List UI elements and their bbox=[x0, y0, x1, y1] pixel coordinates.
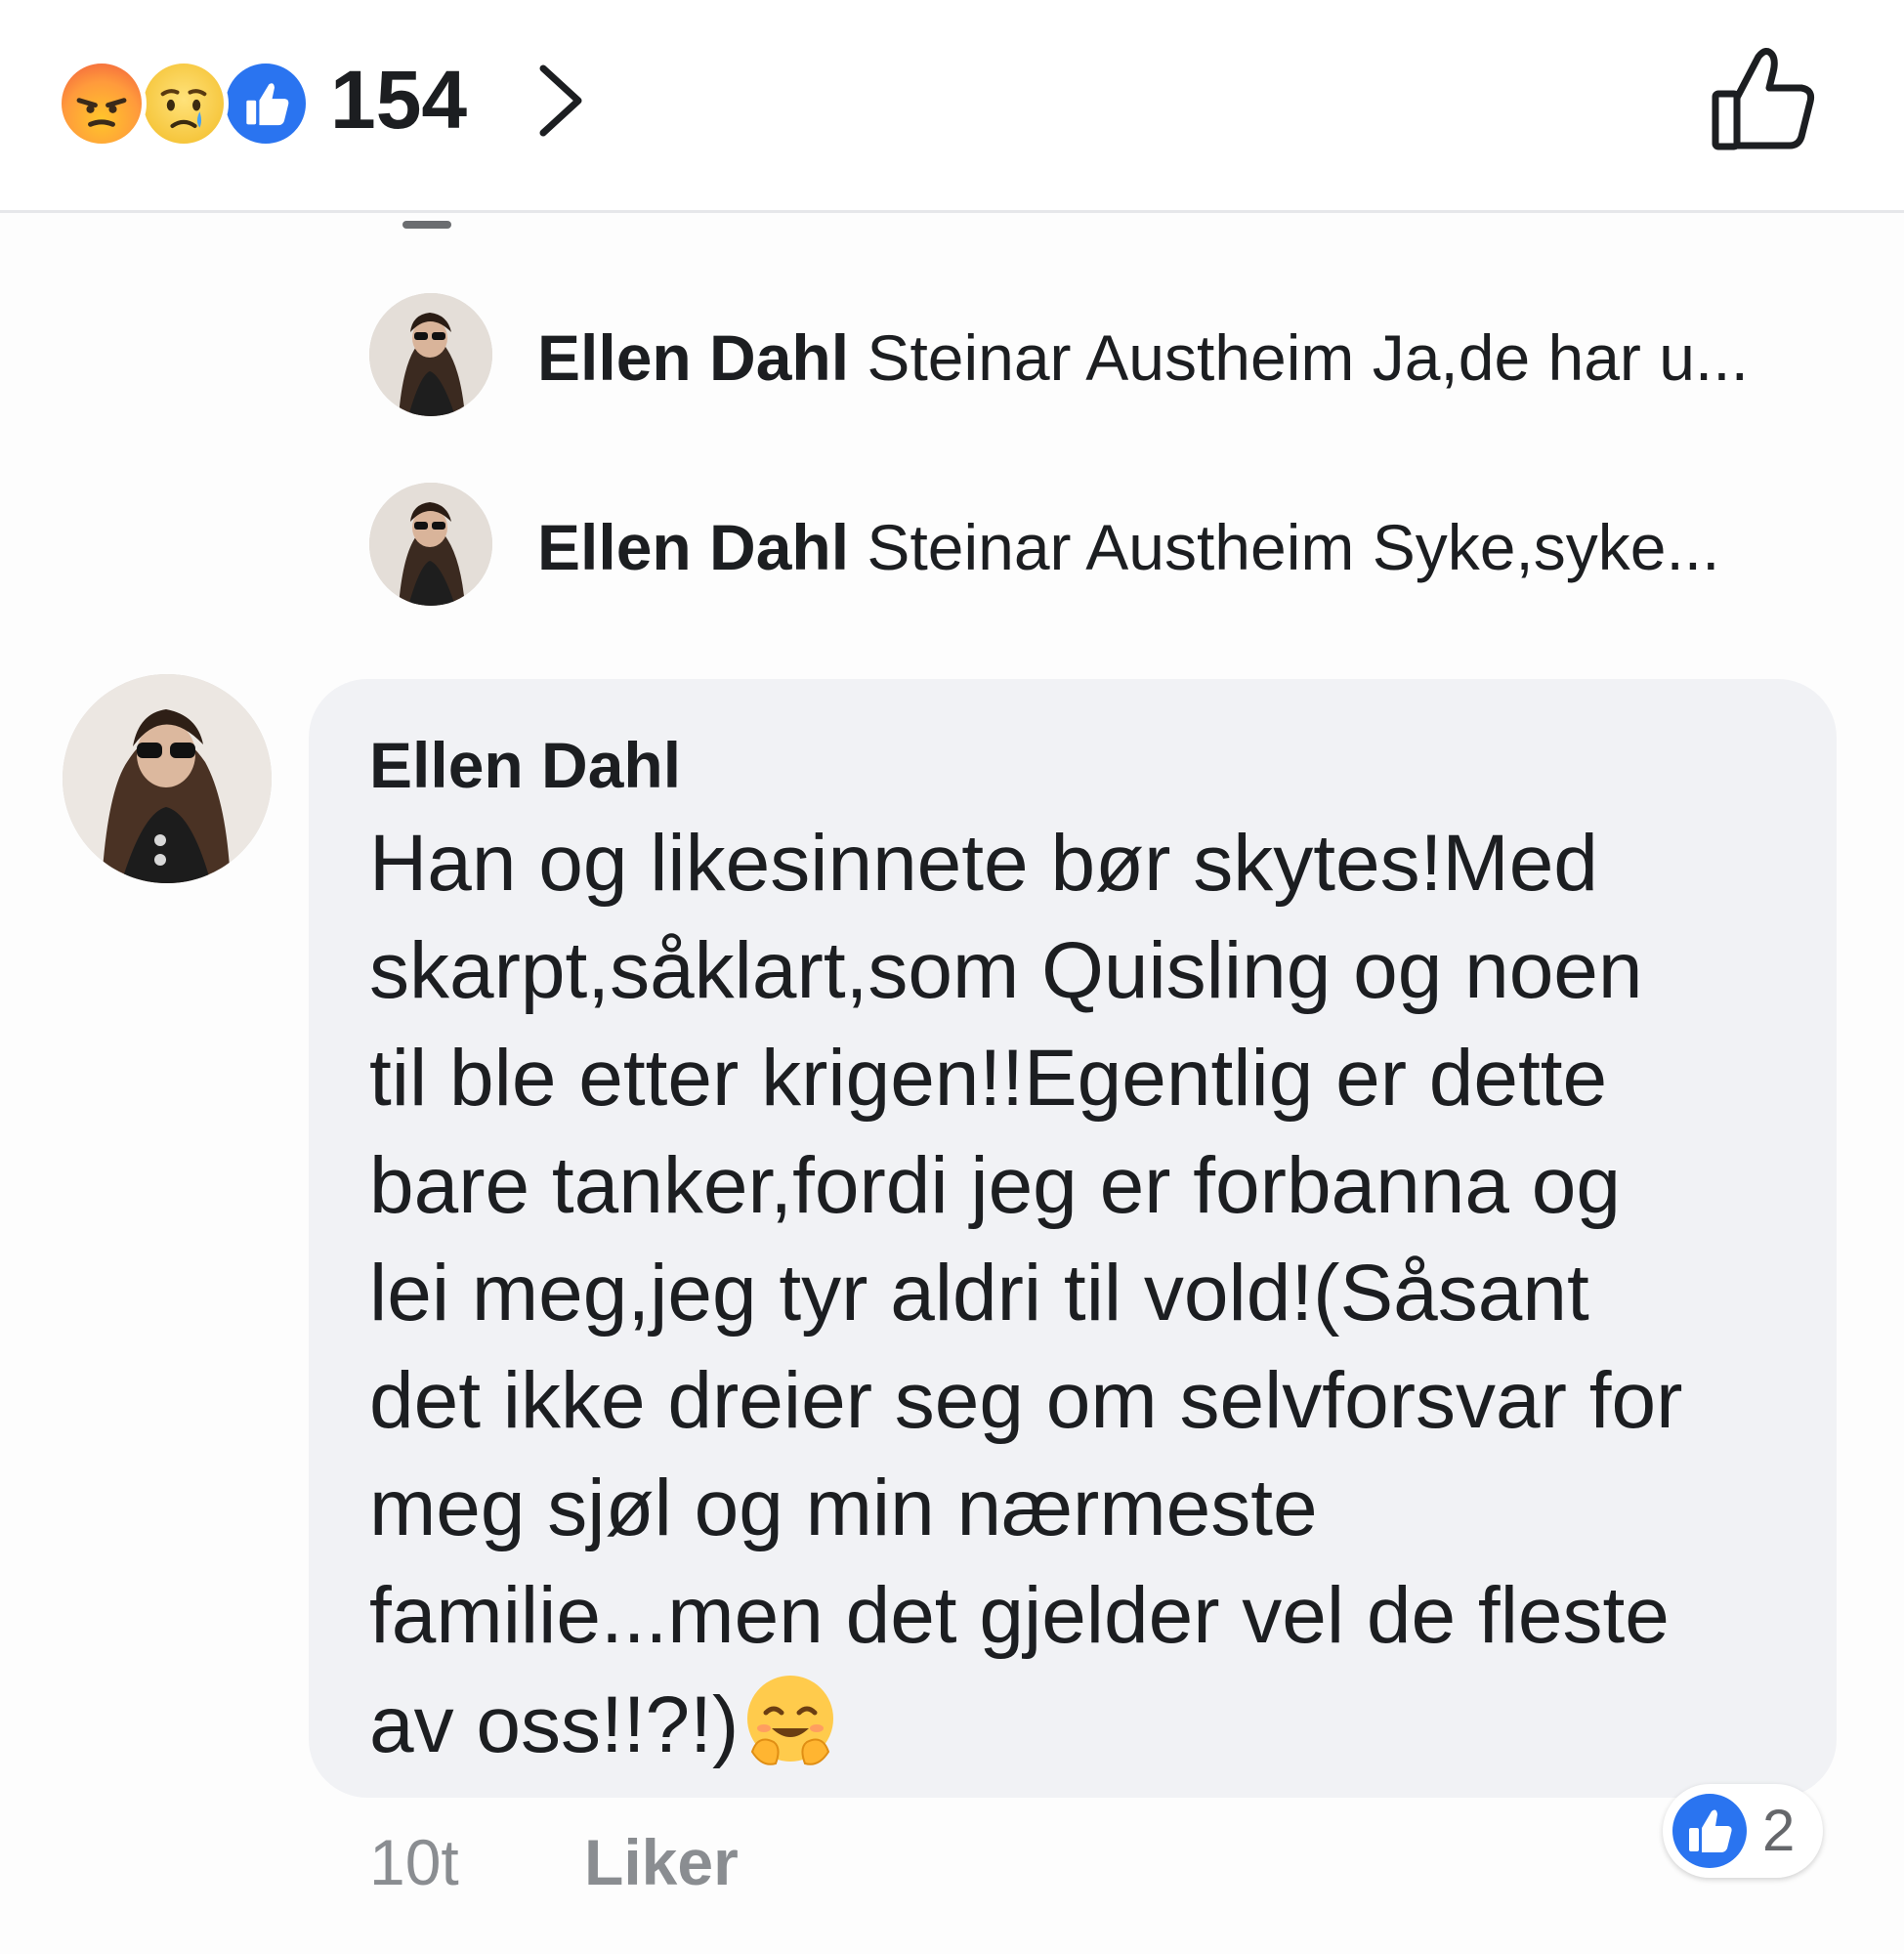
hugging-face-icon bbox=[747, 1676, 834, 1765]
comment-line: det ikke dreier seg om selvforsvar for bbox=[369, 1356, 1683, 1445]
comment-line: bare tanker,fordi jeg er forbanna og bbox=[369, 1141, 1621, 1230]
comment-text: Han og likesinnete bør skytes!Med skarpt… bbox=[369, 810, 1786, 1779]
comment-like-count: 2 bbox=[1762, 1798, 1796, 1863]
comment-line: meg sjøl og min nærmeste bbox=[369, 1464, 1318, 1552]
comment-line: av oss!!?!) bbox=[369, 1680, 740, 1769]
divider bbox=[402, 221, 451, 229]
avatar[interactable] bbox=[369, 293, 492, 416]
comment-thread-screen: 154 Ellen Dahl Steinar Austheim Ja,de ha… bbox=[0, 0, 1904, 1954]
sad-face-icon bbox=[139, 59, 229, 149]
comment-bubble: Ellen Dahl Han og likesinnete bør skytes… bbox=[309, 679, 1837, 1798]
reply-author[interactable]: Ellen Dahl bbox=[537, 321, 849, 394]
like-icon bbox=[221, 59, 311, 149]
angry-face-icon bbox=[57, 59, 147, 149]
comment-line: familie...men det gjelder vel de fleste bbox=[369, 1571, 1670, 1660]
comment-line: Han og likesinnete bør skytes!Med bbox=[369, 819, 1598, 908]
like-icon bbox=[1672, 1794, 1747, 1868]
comment-author[interactable]: Ellen Dahl bbox=[369, 726, 681, 804]
comment-like-badge[interactable]: 2 bbox=[1663, 1784, 1823, 1878]
avatar[interactable] bbox=[369, 483, 492, 606]
avatar[interactable] bbox=[63, 674, 272, 883]
reply-preview[interactable]: Ellen Dahl Steinar Austheim Syke,syke... bbox=[537, 508, 1719, 586]
chevron-right-icon[interactable] bbox=[531, 61, 590, 141]
comment-timestamp[interactable]: 10t bbox=[369, 1823, 459, 1901]
comment-line: skarpt,såklart,som Quisling og noen bbox=[369, 926, 1643, 1015]
thumbs-up-outline-icon[interactable] bbox=[1710, 43, 1817, 152]
comment-last-line: av oss!!?!) bbox=[369, 1670, 1786, 1779]
reactions-bar: 154 bbox=[0, 0, 1904, 213]
reply-snippet: Steinar Austheim Syke,syke... bbox=[867, 511, 1720, 583]
reply-author[interactable]: Ellen Dahl bbox=[537, 511, 849, 583]
reply-item[interactable]: Ellen Dahl Steinar Austheim Ja,de har u.… bbox=[369, 289, 1835, 416]
reaction-count[interactable]: 154 bbox=[330, 51, 467, 149]
comment-line: lei meg,jeg tyr aldri til vold!(Såsant bbox=[369, 1249, 1589, 1338]
like-button[interactable]: Liker bbox=[584, 1823, 739, 1901]
comment-line: til ble etter krigen!!Egentlig er dette bbox=[369, 1034, 1608, 1123]
reply-snippet: Steinar Austheim Ja,de har u... bbox=[867, 321, 1749, 394]
reply-item[interactable]: Ellen Dahl Steinar Austheim Syke,syke... bbox=[369, 479, 1835, 606]
reactions-summary[interactable] bbox=[57, 59, 320, 149]
reply-preview[interactable]: Ellen Dahl Steinar Austheim Ja,de har u.… bbox=[537, 319, 1749, 397]
